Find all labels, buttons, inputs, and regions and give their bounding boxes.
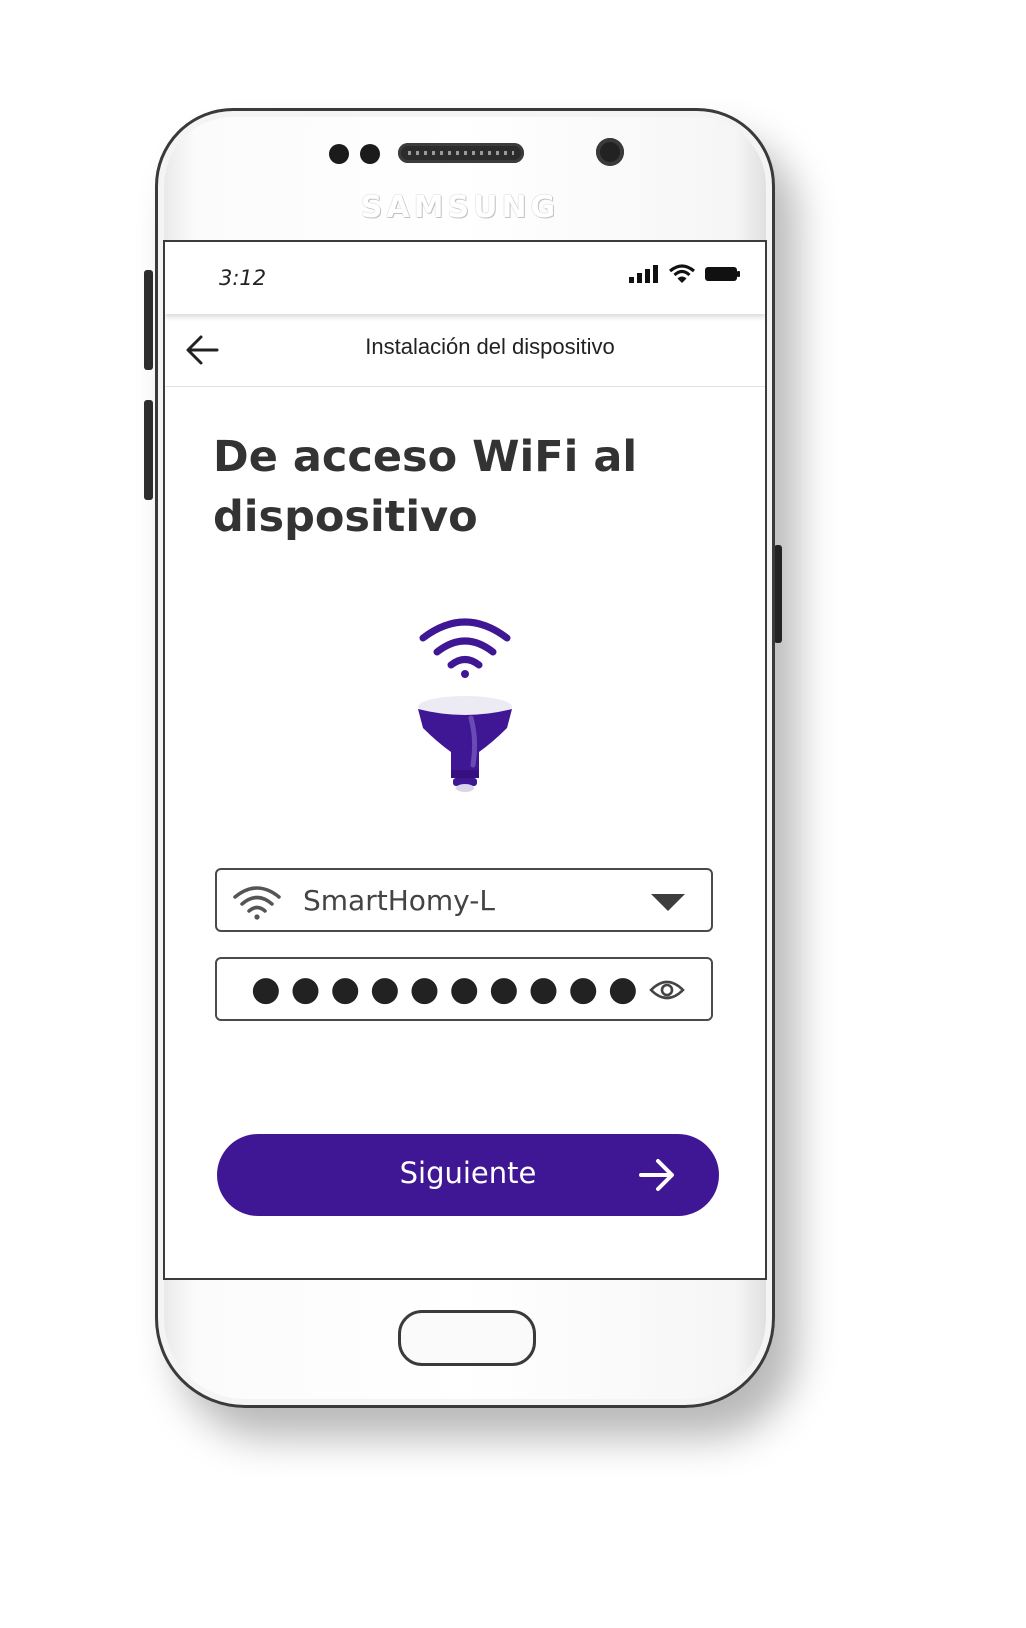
eye-icon[interactable] — [649, 977, 685, 1003]
device-illustration — [405, 610, 525, 800]
volume-down-button — [144, 400, 153, 500]
power-button — [774, 545, 782, 643]
wifi-signal-icon — [419, 618, 511, 678]
front-camera-icon — [596, 138, 624, 166]
phone-mockup: SAMSUNG 3:12 Instalación del dispositivo… — [0, 0, 1026, 1628]
phone-screen: 3:12 Instalación del dispositivo De acce… — [163, 240, 767, 1280]
next-button[interactable]: Siguiente — [217, 1134, 719, 1216]
wifi-icon — [669, 264, 695, 283]
smart-bulb-icon — [418, 696, 512, 792]
signal-icon — [629, 265, 658, 283]
network-name: SmartHomy-L — [303, 884, 495, 917]
screen-heading: De acceso WiFi al dispositivo — [213, 432, 638, 542]
page-title: Instalación del dispositivo — [365, 334, 615, 359]
status-bar: 3:12 — [165, 242, 765, 314]
back-button[interactable] — [183, 332, 223, 368]
arrow-right-icon — [639, 1159, 674, 1191]
battery-icon — [705, 267, 740, 281]
earpiece-speaker — [398, 143, 524, 163]
network-select[interactable]: SmartHomy-L — [215, 868, 713, 932]
arrow-left-icon — [186, 335, 219, 365]
sensor-icon — [329, 144, 349, 164]
password-field[interactable]: ●●●●●●●●●● — [215, 957, 713, 1021]
triangle-down-icon — [651, 894, 685, 911]
home-button[interactable] — [398, 1310, 536, 1366]
wifi-icon — [233, 886, 281, 920]
volume-up-button — [144, 270, 153, 370]
sensor-icon — [360, 144, 380, 164]
app-bar: Instalación del dispositivo — [165, 314, 765, 387]
password-value: ●●●●●●●●●● — [251, 969, 648, 1009]
status-icons — [629, 264, 741, 284]
status-time: 3:12 — [219, 266, 267, 290]
brand-logo: SAMSUNG — [360, 190, 560, 225]
